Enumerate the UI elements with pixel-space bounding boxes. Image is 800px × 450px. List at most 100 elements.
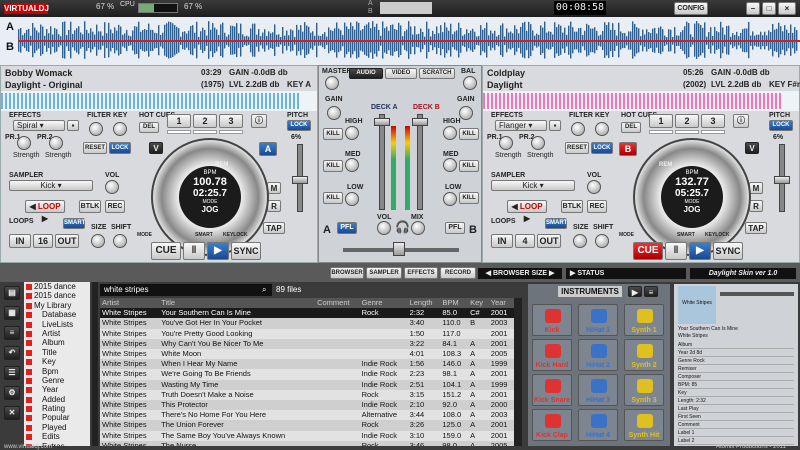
- deck-A-sync-button[interactable]: SYNC: [231, 242, 261, 260]
- column-header[interactable]: Title: [159, 298, 315, 308]
- deck-A-loop-in[interactable]: IN: [9, 234, 31, 248]
- table-row[interactable]: White Stripes Wasting My Time Indie Rock 2:…: [100, 379, 514, 390]
- master-knob[interactable]: [325, 76, 339, 90]
- track-table[interactable]: Artist Title Comment Genre Length BPM Key Year W…: [100, 298, 514, 446]
- browser-size[interactable]: ◀ BROWSER SIZE ▶: [478, 268, 562, 279]
- table-row[interactable]: White Stripes The Union Forever Rock 3:26 12…: [100, 420, 514, 431]
- table-row[interactable]: White Stripes When I Hear My Name Indie Ro…: [100, 359, 514, 370]
- tree-item[interactable]: Popular: [24, 413, 90, 422]
- deck-B-effect-toggle[interactable]: ▪: [549, 120, 561, 131]
- med-knob-a[interactable]: [345, 158, 359, 172]
- deck-A-r-button[interactable]: R: [267, 200, 281, 212]
- deck-B-sample-select[interactable]: Kick ▾: [491, 180, 575, 191]
- volume-handle-b[interactable]: [412, 118, 428, 126]
- deck-A-del-button[interactable]: DEL: [139, 122, 159, 133]
- column-header[interactable]: Year: [489, 298, 514, 308]
- table-row[interactable]: White Stripes White Moon 4:01 108.3 A 2005: [100, 349, 514, 359]
- status-button[interactable]: ▶ STATUS: [566, 268, 686, 279]
- instrument-pad[interactable]: Synth 3: [624, 374, 664, 406]
- deck-A-sample-select[interactable]: Kick ▾: [9, 180, 93, 191]
- tree-item[interactable]: Database: [24, 310, 90, 319]
- instrument-pad[interactable]: Kick Snare: [532, 374, 572, 406]
- folder-tree[interactable]: 2015 dance 2015 dance My Library Database Li…: [24, 282, 90, 446]
- deck-B-key-knob[interactable]: [595, 122, 609, 136]
- deck-A-info-button[interactable]: ⓘ: [251, 114, 267, 128]
- high-knob-b[interactable]: [443, 126, 457, 140]
- instrument-pad[interactable]: Synth 1: [624, 304, 664, 336]
- deck-B-m-button[interactable]: M: [749, 182, 763, 194]
- waveform-a[interactable]: [18, 19, 800, 59]
- deck-A-pause-button[interactable]: ‖: [183, 242, 205, 260]
- deck-B-loop-shift-knob[interactable]: [595, 234, 609, 248]
- instrument-pad[interactable]: Kick Clap: [532, 409, 572, 441]
- low-knob-b[interactable]: [443, 192, 457, 206]
- tree-item[interactable]: Title: [24, 348, 90, 357]
- file-icon[interactable]: ▤: [4, 286, 20, 300]
- column-header[interactable]: Comment: [315, 298, 359, 308]
- tab-audio[interactable]: AUDIO: [349, 68, 383, 79]
- tree-item[interactable]: 2015 dance: [24, 282, 90, 291]
- tree-item[interactable]: Added: [24, 395, 90, 404]
- deck-A-btlk[interactable]: BTLK: [79, 200, 101, 213]
- column-header[interactable]: BPM: [440, 298, 468, 308]
- column-header[interactable]: Length: [408, 298, 441, 308]
- kill-high-b[interactable]: KILL: [459, 128, 479, 140]
- deck-B-info-button[interactable]: ⓘ: [733, 114, 749, 128]
- deck-B-del-button[interactable]: DEL: [621, 122, 641, 133]
- crossfader-mini[interactable]: [380, 2, 432, 14]
- deck-B-loop-sample[interactable]: ◀ LOOP ▶: [507, 200, 547, 223]
- deck-B-pitch-lock[interactable]: LOCK: [769, 120, 793, 131]
- inst-menu-icon[interactable]: ≡: [644, 286, 658, 297]
- instrument-pad[interactable]: HiHat 4: [578, 409, 618, 441]
- search-input[interactable]: white stripes: [100, 284, 272, 296]
- deck-A-hotcue-1[interactable]: 1: [167, 114, 191, 128]
- table-row[interactable]: White Stripes We're Going To Be Friends In…: [100, 369, 514, 379]
- deck-A-loop-out[interactable]: OUT: [55, 234, 79, 248]
- deck-A-rec[interactable]: REC: [105, 200, 125, 213]
- volume-fader-a[interactable]: [379, 114, 385, 210]
- deck-B-param2-knob[interactable]: [531, 136, 545, 150]
- headphone-mix-knob[interactable]: [411, 221, 425, 235]
- kill-low-a[interactable]: KILL: [323, 192, 343, 204]
- sidelist-icon[interactable]: ☰: [4, 366, 20, 380]
- table-row[interactable]: White Stripes You're Pretty Good Looking 1…: [100, 329, 514, 339]
- info-slider[interactable]: [720, 292, 794, 296]
- deck-B-effect-select[interactable]: Flanger ▾: [495, 120, 547, 131]
- deck-A-key-knob[interactable]: [113, 122, 127, 136]
- tree-item[interactable]: Key: [24, 357, 90, 366]
- close-button[interactable]: ×: [778, 2, 796, 15]
- explorer-icon[interactable]: ▦: [4, 306, 20, 320]
- inst-play-icon[interactable]: ▶: [628, 286, 642, 297]
- deck-A-lock-button[interactable]: LOCK: [109, 142, 131, 154]
- maximize-button[interactable]: □: [762, 2, 776, 15]
- deck-B-cue-button[interactable]: CUE: [633, 242, 663, 260]
- tab-scratch[interactable]: SCRATCH: [419, 68, 455, 79]
- tab-effects[interactable]: EFFECTS: [404, 267, 438, 279]
- deck-A-loop-sample[interactable]: ◀ LOOP ▶: [25, 200, 65, 223]
- tab-video[interactable]: VIDEO: [385, 68, 417, 79]
- tree-item[interactable]: My Library: [24, 301, 90, 310]
- tree-item[interactable]: 2015 dance: [24, 291, 90, 300]
- balance-knob[interactable]: [463, 76, 477, 90]
- tree-item[interactable]: LiveLists: [24, 320, 90, 329]
- deck-B-btlk[interactable]: BTLK: [561, 200, 583, 213]
- tab-sampler[interactable]: SAMPLER: [366, 267, 402, 279]
- tab-record[interactable]: RECORD: [440, 267, 476, 279]
- deck-B-pause-button[interactable]: ‖: [665, 242, 687, 260]
- deck-A-cue-button[interactable]: CUE: [151, 242, 181, 260]
- table-row[interactable]: White Stripes There's No Home For You Her…: [100, 410, 514, 420]
- high-knob-a[interactable]: [345, 126, 359, 140]
- deck-A-hotcue-3[interactable]: 3: [219, 114, 243, 128]
- deck-B-loop-size-knob[interactable]: [573, 234, 587, 248]
- tree-item[interactable]: Bpm: [24, 367, 90, 376]
- tree-item[interactable]: Played: [24, 423, 90, 432]
- waveform-overview[interactable]: A B: [0, 17, 800, 65]
- crossfader-handle[interactable]: [393, 242, 405, 256]
- deck-A-loop-shift-knob[interactable]: [113, 234, 127, 248]
- deck-A-pitch-lock[interactable]: LOCK: [287, 120, 311, 131]
- deck-B-jog-wheel[interactable]: BPM 132.77 05:25.7 MODE JOG: [633, 138, 751, 256]
- deck-A-param2-knob[interactable]: [49, 136, 63, 150]
- deck-B-loop-in[interactable]: IN: [491, 234, 513, 248]
- deck-A-reset-button[interactable]: RESET: [83, 142, 107, 154]
- instrument-pad[interactable]: Synth 2: [624, 339, 664, 371]
